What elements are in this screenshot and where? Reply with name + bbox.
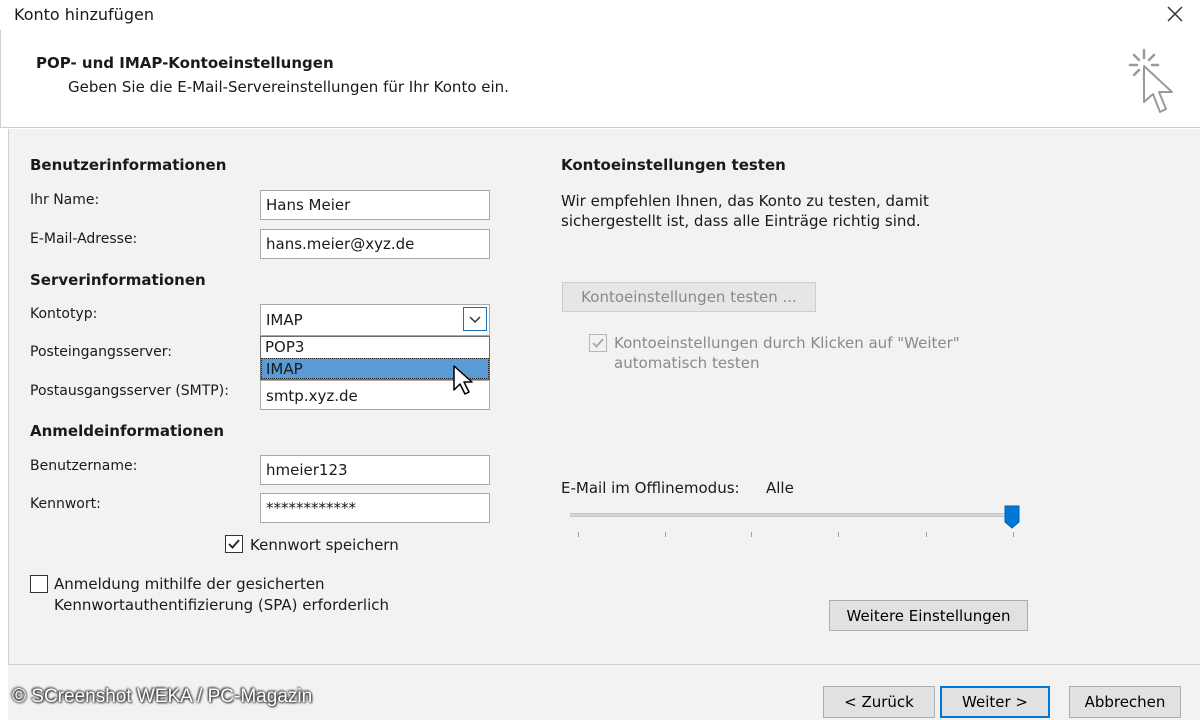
page-subtitle: Geben Sie die E-Mail-Servereinstellungen… (68, 78, 509, 96)
slider-tick (751, 532, 752, 537)
checkmark-icon (228, 539, 240, 549)
checkmark-icon (592, 338, 604, 348)
dropdown-toggle[interactable] (463, 307, 487, 331)
remember-password-label: Kennwort speichern (250, 536, 399, 554)
account-type-label: Kontotyp: (30, 306, 98, 322)
back-button[interactable]: < Zurück (823, 686, 935, 718)
copyright-watermark: © SCreenshot WEKA / PC-Magazin (12, 686, 313, 707)
more-settings-button[interactable]: Weitere Einstellungen (829, 600, 1028, 631)
next-button[interactable]: Weiter > (940, 686, 1050, 718)
slider-tick (578, 532, 579, 537)
offline-slider-track[interactable] (570, 513, 1014, 517)
test-description-line1: Wir empfehlen Ihnen, das Konto zu testen… (561, 192, 929, 210)
username-field[interactable]: hmeier123 (260, 455, 490, 485)
mouse-pointer-icon (452, 364, 474, 400)
wizard-cursor-icon (1122, 44, 1182, 124)
incoming-server-label: Posteingangsserver: (30, 344, 172, 360)
email-label: E-Mail-Adresse: (30, 231, 138, 247)
cancel-button[interactable]: Abbrechen (1069, 686, 1181, 718)
close-button[interactable] (1160, 0, 1190, 28)
offline-mode-label: E-Mail im Offlinemodus: (561, 479, 740, 497)
name-field[interactable]: Hans Meier (260, 190, 490, 220)
spa-label-line2: Kennwortauthentifizierung (SPA) erforder… (54, 596, 389, 614)
slider-tick (838, 532, 839, 537)
spa-checkbox[interactable] (30, 575, 48, 593)
test-account-button[interactable]: Kontoeinstellungen testen ... (562, 282, 816, 312)
window-title: Konto hinzufügen (14, 5, 154, 24)
auto-test-label-line2: automatisch testen (614, 354, 760, 372)
auto-test-label-line1: Kontoeinstellungen durch Klicken auf "We… (614, 334, 960, 352)
auto-test-checkbox[interactable] (589, 334, 607, 352)
chevron-down-icon (469, 316, 481, 324)
outgoing-server-label: Postausgangsserver (SMTP): (30, 383, 229, 399)
username-label: Benutzername: (30, 458, 138, 474)
server-info-heading: Serverinformationen (30, 271, 206, 289)
offline-slider-thumb[interactable] (1004, 505, 1020, 529)
close-icon (1167, 6, 1183, 22)
page-title: POP- und IMAP-Kontoeinstellungen (36, 54, 334, 72)
title-bar: Konto hinzufügen (0, 0, 1200, 30)
test-description-line2: sichergestellt ist, dass alle Einträge r… (561, 212, 921, 230)
user-info-heading: Benutzerinformationen (30, 156, 227, 174)
slider-tick (926, 532, 927, 537)
account-type-value: IMAP (266, 311, 303, 329)
remember-password-checkbox[interactable] (225, 535, 243, 553)
account-type-select[interactable]: IMAP (260, 304, 490, 336)
option-pop3[interactable]: POP3 (261, 337, 489, 358)
email-field[interactable]: hans.meier@xyz.de (260, 229, 490, 259)
slider-tick (1013, 532, 1014, 537)
spa-label-line1: Anmeldung mithilfe der gesicherten (54, 575, 325, 593)
name-label: Ihr Name: (30, 192, 100, 208)
password-label: Kennwort: (30, 496, 101, 512)
password-field[interactable]: ************ (260, 493, 490, 523)
login-info-heading: Anmeldeinformationen (30, 422, 225, 440)
slider-tick (665, 532, 666, 537)
test-settings-heading: Kontoeinstellungen testen (561, 156, 786, 174)
offline-mode-value: Alle (766, 479, 794, 497)
